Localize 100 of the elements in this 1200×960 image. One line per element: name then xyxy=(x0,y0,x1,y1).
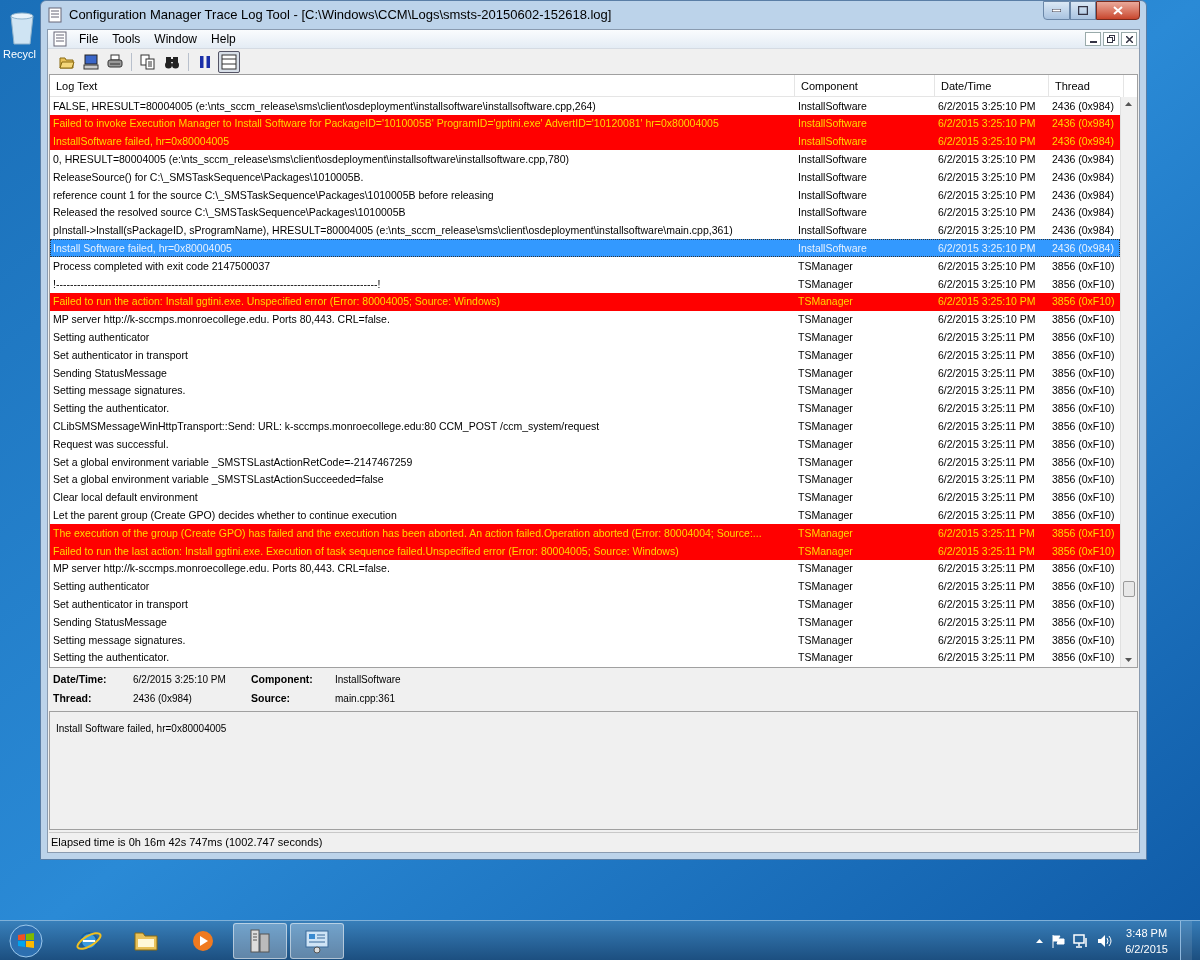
table-cell-text: MP server http://k-sccmps.monroecollege.edu. Ports 80,443. CRL=false. xyxy=(52,314,391,325)
show-hidden-icons-icon[interactable] xyxy=(1036,938,1044,943)
table-cell-text: 6/2/2015 3:25:11 PM xyxy=(937,581,1036,592)
table-cell-text: 6/2/2015 3:25:11 PM xyxy=(937,474,1036,485)
taskbar-button[interactable] xyxy=(233,922,287,959)
scroll-down-icon[interactable] xyxy=(1125,657,1132,662)
table-cell-text: 6/2/2015 3:25:11 PM xyxy=(937,598,1036,610)
table-cell-text: InstallSoftware xyxy=(797,225,868,236)
table-cell-text: The execution of the group (Create GPO) has failed and the execution has been aborted. An action failed.Operation aborted (Error: 80004004; Source:... xyxy=(52,527,763,539)
table-cell-text: TSManager xyxy=(797,314,854,325)
table-cell-text: 6/2/2015 3:25:11 PM xyxy=(937,456,1036,468)
table-cell-text: 2436 (0x984) xyxy=(1051,100,1115,112)
field-label: Source: xyxy=(251,690,292,706)
table-cell-text: 0, HRESULT=80004005 (e:\nts_sccm_release\sms\client\osdeployment\installsoftware\installsoftware.cpp,780) xyxy=(52,154,570,165)
table-cell-text: 6/2/2015 3:25:10 PM xyxy=(937,243,1037,254)
table-cell-text: 3856 (0xF10) xyxy=(1051,563,1116,574)
computer-icon xyxy=(83,53,99,70)
copy-icon xyxy=(140,53,156,70)
table-cell-text: InstallSoftware xyxy=(797,171,868,183)
table-cell-text: TSManager xyxy=(797,652,854,663)
table-cell-text: 3856 (0xF10) xyxy=(1051,385,1116,396)
table-cell-text: 6/2/2015 3:25:10 PM xyxy=(937,118,1037,129)
menu-item[interactable]: Tools xyxy=(105,30,148,48)
table-cell-text: 6/2/2015 3:25:10 PM xyxy=(937,314,1037,325)
table-cell-text: 6/2/2015 3:25:10 PM xyxy=(937,296,1037,307)
child-close-button[interactable] xyxy=(1121,32,1137,46)
child-restore-button[interactable] xyxy=(1103,32,1119,46)
child-minimize-button[interactable] xyxy=(1085,32,1101,46)
table-cell-text: 6/2/2015 3:25:10 PM xyxy=(937,171,1037,183)
table-cell-text: 3856 (0xF10) xyxy=(1051,652,1116,663)
menu-item[interactable]: Help xyxy=(204,30,243,48)
field-value: main.cpp:361 xyxy=(335,692,397,707)
menu-item[interactable]: Window xyxy=(147,30,205,48)
table-cell-text: TSManager xyxy=(797,456,854,468)
table-cell-text: 3856 (0xF10) xyxy=(1051,456,1116,468)
table-cell-text: TSManager xyxy=(797,260,854,272)
table-cell-text: Setting the authenticator. xyxy=(52,403,171,414)
table-cell-text: Install Software failed, hr=0x80004005 xyxy=(52,243,233,254)
table-cell-text: TSManager xyxy=(797,545,854,557)
app-icon xyxy=(47,7,63,23)
table-cell-text: Released the resolved source C:\_SMSTaskSequence\Packages\1010005B xyxy=(52,207,407,218)
table-cell-text: 3856 (0xF10) xyxy=(1051,616,1116,628)
maximize-button[interactable] xyxy=(1070,1,1096,20)
table-cell-text: Setting message signatures. xyxy=(52,385,187,396)
table-cell-text: 3856 (0xF10) xyxy=(1051,367,1116,379)
scroll-up-icon[interactable] xyxy=(1125,102,1132,106)
scrollbar-thumb[interactable] xyxy=(1123,581,1135,597)
table-cell-text: Setting the authenticator. xyxy=(52,652,171,663)
table-cell-text: Setting authenticator xyxy=(52,332,151,343)
table-cell-text: 3856 (0xF10) xyxy=(1051,332,1116,343)
table-cell-text: 6/2/2015 3:25:10 PM xyxy=(937,136,1037,147)
table-cell-text: 2436 (0x984) xyxy=(1051,225,1115,236)
table-cell-text: TSManager xyxy=(797,509,854,521)
message-text: Install Software failed, hr=0x80004005 xyxy=(56,723,227,735)
clock-time: 3:48 PM xyxy=(1126,925,1168,941)
table-cell-text: 6/2/2015 3:25:11 PM xyxy=(937,509,1036,521)
window-title: Configuration Manager Trace Log Tool - [C:\Windows\CCM\Logs\smsts-20150602-152618.log] xyxy=(69,6,612,25)
table-cell-text: 3856 (0xF10) xyxy=(1051,598,1116,610)
clock[interactable]: 3:48 PM 6/2/2015 xyxy=(1121,924,1172,957)
table-cell-text: 2436 (0x984) xyxy=(1051,118,1115,129)
table-cell-text: 2436 (0x984) xyxy=(1051,207,1115,218)
table-cell-text: 6/2/2015 3:25:10 PM xyxy=(937,154,1037,165)
table-cell-text: 3856 (0xF10) xyxy=(1051,581,1116,592)
table-cell-text: InstallSoftware xyxy=(797,243,868,254)
flag-icon[interactable] xyxy=(1051,933,1066,948)
toolbar-button[interactable] xyxy=(218,50,240,73)
table-cell-text: Failed to invoke Execution Manager to Install Software for PackageID='1010005B' ProgramID='gptini.exe' AdvertID='10120081' hr=0x80004005 xyxy=(52,118,720,129)
vertical-scrollbar[interactable] xyxy=(1120,97,1137,667)
table-cell-text: 2436 (0x984) xyxy=(1051,136,1115,147)
show-desktop-button[interactable] xyxy=(1180,920,1192,960)
table-cell-text: 6/2/2015 3:25:11 PM xyxy=(937,349,1036,361)
table-cell-text: 6/2/2015 3:25:10 PM xyxy=(937,225,1037,236)
table-cell-text: 3856 (0xF10) xyxy=(1051,403,1116,414)
minimize-icon xyxy=(1089,41,1097,43)
table-cell-text: 3856 (0xF10) xyxy=(1051,527,1116,539)
table-cell-text: Failed to run the action: Install ggtini.exe. Unspecified error (Error: 80004005; Source: Windows) xyxy=(52,296,502,307)
table-cell-text: TSManager xyxy=(797,474,854,485)
recycle-bin-icon[interactable] xyxy=(7,10,37,46)
speaker-icon[interactable] xyxy=(1097,933,1114,948)
network-icon[interactable] xyxy=(1073,933,1090,948)
table-cell-text: InstallSoftware xyxy=(797,100,868,112)
split-panel-icon xyxy=(221,53,237,70)
table-cell-text: 2436 (0x984) xyxy=(1051,189,1115,201)
table-cell-text: TSManager xyxy=(797,492,854,503)
taskbar-button[interactable] xyxy=(290,922,344,959)
close-button[interactable] xyxy=(1096,1,1140,20)
table-cell-text: FALSE, HRESULT=80004005 (e:\nts_sccm_release\sms\client\osdeployment\installsoftware\installsoftware.cpp,264) xyxy=(52,100,597,112)
table-cell-text: 6/2/2015 3:25:11 PM xyxy=(937,367,1036,379)
desktop-icon-label: Recycl xyxy=(2,47,36,62)
table-cell-text: Setting message signatures. xyxy=(52,634,187,646)
menu-item[interactable]: File xyxy=(72,30,106,48)
table-cell-text: TSManager xyxy=(797,634,854,646)
table-cell-text: pInstall->Install(sPackageID, sProgramName), HRESULT=80004005 (e:\nts_sccm_release\sms\client\osdeployment\installsoftware\main.cpp,361) xyxy=(52,225,734,236)
table-cell-text: Setting authenticator xyxy=(52,581,151,592)
table-cell-text: CLibSMSMessageWinHttpTransport::Send: URL: k-sccmps.monroecollege.edu:80 CCM_POST /ccm_system/request xyxy=(52,421,601,432)
table-cell-text: TSManager xyxy=(797,332,854,343)
table-cell-text: 3856 (0xF10) xyxy=(1051,509,1116,521)
table-cell-text: 3856 (0xF10) xyxy=(1051,278,1116,290)
field-label: Date/Time: xyxy=(53,672,108,688)
table-cell-text: 6/2/2015 3:25:10 PM xyxy=(937,100,1037,112)
